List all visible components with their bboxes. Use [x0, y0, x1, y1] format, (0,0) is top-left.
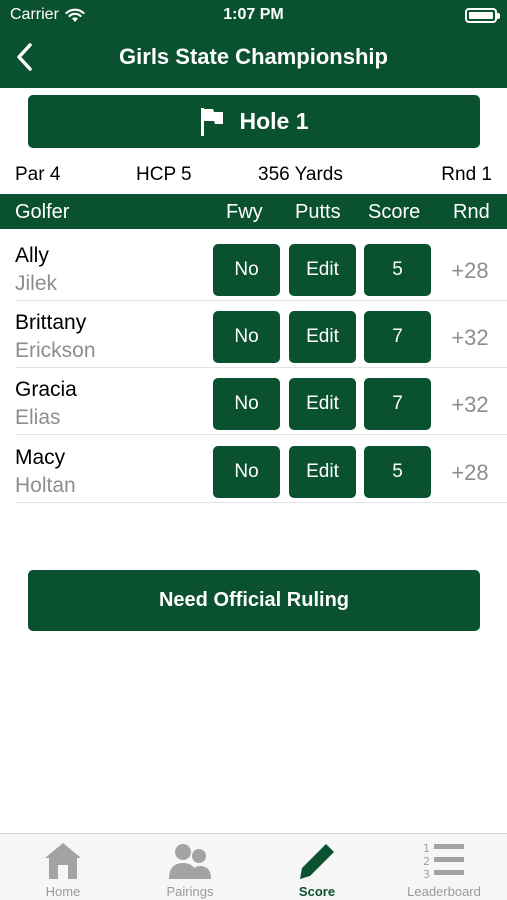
tab-leaderboard[interactable]: 1 2 3 Leaderboard [381, 834, 507, 900]
battery-icon [465, 8, 500, 23]
navigation-bar: Carrier 1:07 PM Girls State Championship [0, 0, 507, 88]
list-icon: 1 2 3 [423, 842, 464, 881]
player-last-name: Jilek [15, 272, 58, 295]
tab-home-label: Home [45, 884, 81, 899]
tab-score[interactable]: Score [254, 834, 380, 900]
player-last-name: Elias [15, 406, 61, 429]
score-table-header: Golfer Fwy Putts Score Rnd [0, 194, 507, 229]
pencil-icon [300, 844, 334, 879]
round-total: +28 [451, 258, 489, 283]
score-button[interactable]: 5 [364, 244, 431, 296]
column-golfer: Golfer [15, 201, 70, 223]
home-icon [45, 843, 81, 879]
player-last-name: Erickson [15, 339, 96, 362]
score-button[interactable]: 7 [364, 378, 431, 430]
score-button[interactable]: 5 [364, 446, 431, 498]
score-button[interactable]: 7 [364, 311, 431, 363]
hcp-label: HCP 5 [136, 164, 192, 185]
par-label: Par 4 [15, 164, 61, 185]
putts-edit-button[interactable]: Edit [289, 311, 356, 363]
svg-text:3: 3 [423, 868, 430, 881]
tab-leaderboard-label: Leaderboard [407, 884, 481, 899]
putts-edit-button[interactable]: Edit [289, 244, 356, 296]
tab-home[interactable]: Home [0, 834, 126, 900]
player-first-name: Ally [15, 244, 49, 267]
status-bar: Carrier 1:07 PM [0, 0, 507, 30]
player-row: Macy Holtan No Edit 5 +28 [0, 436, 507, 503]
column-score: Score [368, 201, 421, 223]
fairway-button[interactable]: No [213, 446, 280, 498]
player-last-name: Holtan [15, 474, 76, 497]
fairway-button[interactable]: No [213, 311, 280, 363]
player-row: Ally Jilek No Edit 5 +28 [0, 234, 507, 301]
hole-label: Hole 1 [239, 108, 309, 134]
row-divider [15, 502, 507, 503]
flag-icon [201, 107, 224, 136]
putts-edit-button[interactable]: Edit [289, 446, 356, 498]
chevron-left-icon [17, 43, 32, 71]
tab-pairings-label: Pairings [166, 884, 214, 899]
back-button[interactable] [8, 40, 40, 74]
people-icon [169, 844, 211, 879]
fairway-button[interactable]: No [213, 244, 280, 296]
column-rnd: Rnd [453, 201, 490, 223]
page-title: Girls State Championship [119, 44, 388, 69]
status-time: 1:07 PM [223, 6, 284, 23]
column-putts: Putts [295, 201, 341, 223]
svg-text:1: 1 [423, 842, 430, 855]
player-first-name: Gracia [15, 378, 77, 401]
tab-bar: Home Pairings Score 1 2 3 Leaderboard [0, 833, 507, 900]
round-total: +28 [451, 460, 489, 485]
yards-label: 356 Yards [258, 164, 343, 185]
round-total: +32 [451, 325, 489, 350]
column-fwy: Fwy [226, 201, 263, 223]
hole-selector-button[interactable]: Hole 1 [28, 95, 480, 148]
tab-score-label: Score [298, 884, 336, 899]
fairway-button[interactable]: No [213, 378, 280, 430]
player-row: Brittany Erickson No Edit 7 +32 [0, 301, 507, 368]
player-first-name: Brittany [15, 311, 87, 334]
player-row: Gracia Elias No Edit 7 +32 [0, 368, 507, 435]
player-first-name: Macy [15, 446, 66, 469]
tab-pairings[interactable]: Pairings [127, 834, 253, 900]
row-divider [15, 434, 507, 435]
official-ruling-button[interactable]: Need Official Ruling [28, 570, 480, 631]
svg-text:2: 2 [423, 855, 430, 868]
round-label: Rnd 1 [441, 164, 492, 185]
round-total: +32 [451, 392, 489, 417]
putts-edit-button[interactable]: Edit [289, 378, 356, 430]
